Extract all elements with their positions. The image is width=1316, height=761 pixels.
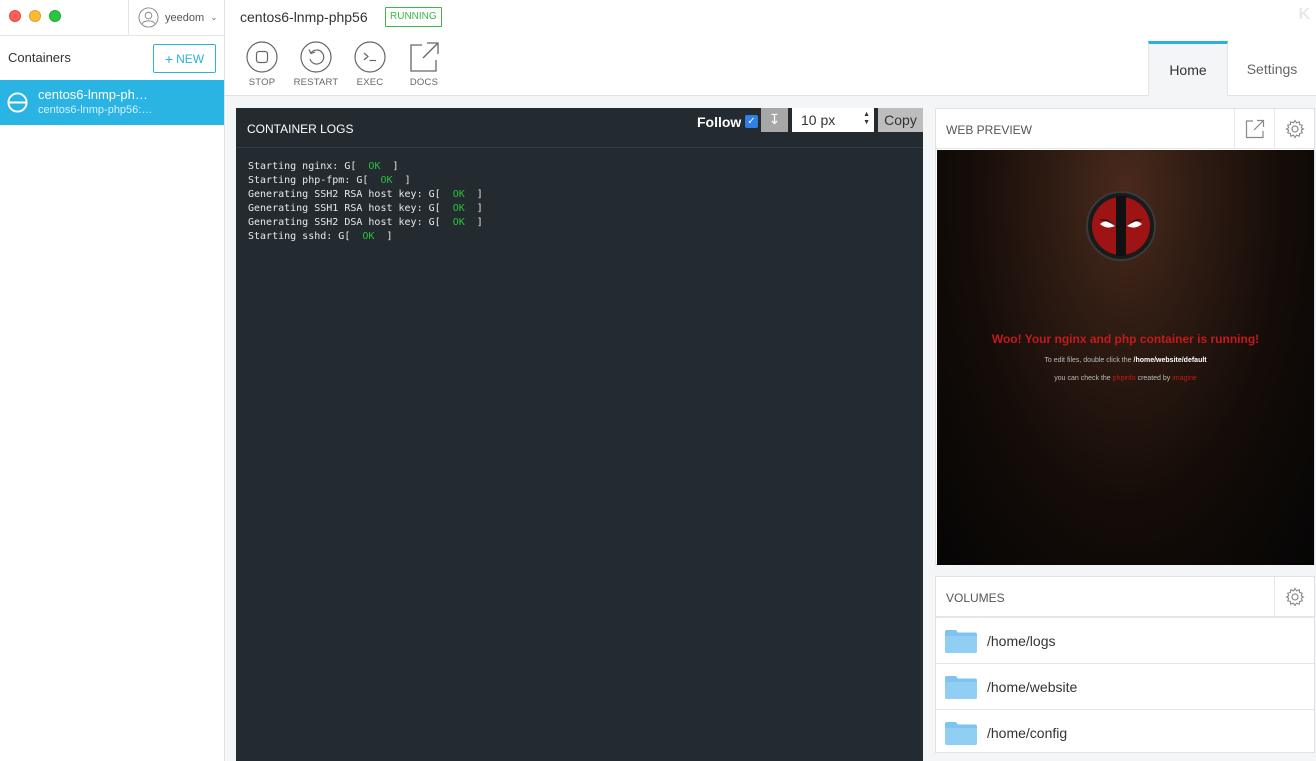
folder-icon <box>945 721 977 745</box>
user-menu[interactable]: yeedom ⌄ <box>128 0 225 35</box>
home-content: CONTAINER LOGS Follow ✓ ↧ 10 px ▲ ▼ Copy … <box>225 96 1316 761</box>
exec-label: EXEC <box>356 77 384 88</box>
container-running-icon <box>7 92 28 113</box>
font-size-select[interactable]: 10 px ▲ ▼ <box>792 108 874 132</box>
terminal-icon <box>354 41 386 73</box>
log-line: Generating SSH2 RSA host key: G[ OK ] <box>248 189 483 200</box>
web-preview-title: WEB PREVIEW <box>946 123 1033 137</box>
log-line: Starting nginx: G[ OK ] <box>248 161 399 172</box>
folder-icon <box>945 629 977 653</box>
follow-checkbox[interactable]: ✓ <box>745 115 758 128</box>
container-title: centos6-lnmp-php56 <box>240 9 368 25</box>
follow-label: Follow <box>697 114 742 130</box>
volume-item[interactable]: /home/website <box>936 663 1314 709</box>
sidebar-title: Containers <box>8 50 71 65</box>
view-tabs: Home Settings <box>1148 41 1316 96</box>
logs-title: CONTAINER LOGS <box>247 122 354 136</box>
volume-path: /home/config <box>987 724 1068 741</box>
deadpool-logo-icon <box>1086 191 1156 261</box>
container-image: centos6-lnmp-php56:… <box>38 104 153 116</box>
close-window-button[interactable] <box>9 10 21 22</box>
volumes-settings-button[interactable] <box>1274 577 1314 617</box>
restart-button[interactable]: RESTART <box>289 41 343 88</box>
new-container-button[interactable]: + NEW <box>153 44 216 73</box>
sidebar-item-container[interactable]: centos6-lnmp-ph… centos6-lnmp-php56:… <box>0 80 224 125</box>
web-preview-frame[interactable]: Woo! Your nginx and php container is run… <box>937 150 1314 565</box>
volume-path: /home/logs <box>987 632 1056 649</box>
main-panel: centos6-lnmp-php56 RUNNING K STOP RESTAR… <box>225 0 1316 761</box>
tab-home[interactable]: Home <box>1148 41 1228 96</box>
scroll-to-bottom-icon[interactable]: ↧ <box>761 108 788 132</box>
log-output: Starting nginx: G[ OK ] Starting php-fpm:… <box>236 148 923 256</box>
gear-icon <box>1284 119 1305 139</box>
docs-button[interactable]: DOCS <box>397 41 451 88</box>
logs-header: CONTAINER LOGS Follow ✓ ↧ 10 px ▲ ▼ Copy <box>236 108 923 148</box>
titlebar: yeedom ⌄ <box>0 0 224 36</box>
new-button-label: NEW <box>176 51 205 66</box>
exec-button[interactable]: EXEC <box>343 41 397 88</box>
folder-icon <box>945 675 977 699</box>
docs-label: DOCS <box>409 77 439 88</box>
web-preview-panel: WEB PREVIEW Woo! Your nginx and php cont… <box>935 108 1315 565</box>
user-avatar-icon <box>138 7 159 28</box>
stop-button[interactable]: STOP <box>235 41 289 88</box>
container-name: centos6-lnmp-ph… <box>38 87 148 102</box>
select-arrows-icon: ▲ ▼ <box>863 111 870 126</box>
web-preview-header: WEB PREVIEW <box>936 109 1314 149</box>
restart-label: RESTART <box>293 77 339 88</box>
username: yeedom <box>165 11 205 24</box>
zoom-window-button[interactable] <box>49 10 61 22</box>
kitematic-logo: K <box>1298 6 1310 23</box>
tab-settings[interactable]: Settings <box>1228 41 1316 96</box>
volume-path: /home/website <box>987 678 1078 695</box>
preview-instructions: To edit files, double click the /home/we… <box>1044 357 1207 364</box>
preview-credits: you can check the phpinfo created by ima… <box>1054 375 1197 382</box>
chevron-down-icon: ⌄ <box>210 12 218 22</box>
open-in-browser-button[interactable] <box>1234 109 1274 149</box>
log-line: Starting php-fpm: G[ OK ] <box>248 175 411 186</box>
volume-item[interactable]: /home/logs <box>936 617 1314 663</box>
author-link[interactable]: imagine <box>1172 375 1197 382</box>
font-size-value: 10 px <box>801 112 836 128</box>
sidebar: yeedom ⌄ Containers + NEW centos6-lnmp-p… <box>0 0 225 761</box>
kitematic-window: yeedom ⌄ Containers + NEW centos6-lnmp-p… <box>0 0 1316 761</box>
phpinfo-link[interactable]: phpinfo <box>1113 375 1136 382</box>
preview-settings-button[interactable] <box>1274 109 1314 149</box>
minimize-window-button[interactable] <box>29 10 41 22</box>
gear-icon <box>1284 587 1305 607</box>
restart-icon <box>300 41 332 73</box>
stop-label: STOP <box>248 77 276 88</box>
status-badge: RUNNING <box>385 7 442 27</box>
external-link-icon <box>1245 119 1264 139</box>
volumes-panel: VOLUMES /home/logs /home/website /home/c… <box>935 576 1315 753</box>
log-line: Starting sshd: G[ OK ] <box>248 231 393 242</box>
stop-icon <box>246 41 278 73</box>
log-line: Generating SSH2 DSA host key: G[ OK ] <box>248 217 483 228</box>
window-controls <box>9 10 61 22</box>
volumes-header: VOLUMES <box>936 577 1314 617</box>
volume-item[interactable]: /home/config <box>936 709 1314 755</box>
container-logs-panel[interactable]: CONTAINER LOGS Follow ✓ ↧ 10 px ▲ ▼ Copy … <box>236 108 923 761</box>
action-toolbar: STOP RESTART EXEC DOCS <box>235 41 451 88</box>
sidebar-header: Containers + NEW <box>0 36 224 80</box>
external-link-icon <box>410 42 439 72</box>
log-line: Generating SSH1 RSA host key: G[ OK ] <box>248 203 483 214</box>
volumes-title: VOLUMES <box>946 591 1005 605</box>
copy-button[interactable]: Copy <box>878 108 923 132</box>
container-header: centos6-lnmp-php56 RUNNING K STOP RESTAR… <box>225 0 1316 96</box>
plus-icon: + <box>164 50 174 67</box>
preview-headline: Woo! Your nginx and php container is run… <box>991 332 1260 346</box>
